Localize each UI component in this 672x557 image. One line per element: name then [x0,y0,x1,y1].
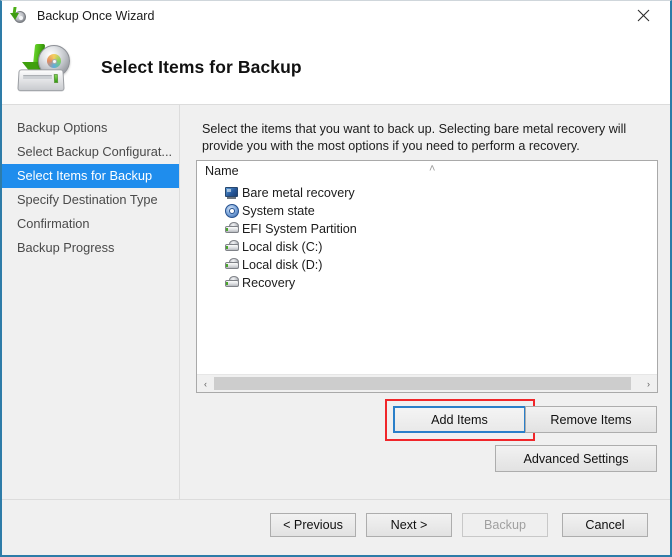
list-item[interactable]: System state [197,202,657,220]
title-bar: Backup Once Wizard [2,1,670,30]
advanced-settings-button[interactable]: Advanced Settings [495,445,657,472]
sidebar-item-label: Confirmation [17,216,90,231]
backup-disc-icon [9,6,29,26]
backup-once-wizard-window: Backup Once Wizard Select Items for Back… [0,0,672,557]
list-column-header[interactable]: Name ˄ [197,161,657,185]
horizontal-scrollbar[interactable]: ‹ › [197,374,657,392]
instruction-text: Select the items that you want to back u… [202,121,654,155]
scroll-left-icon[interactable]: ‹ [197,375,214,392]
scrollbar-track[interactable] [214,375,640,392]
sidebar-item-label: Specify Destination Type [17,192,158,207]
list-item-label: Local disk (C:) [242,240,322,254]
drive-icon [224,221,240,237]
list-item-label: Bare metal recovery [242,186,355,200]
backup-items-list: Name ˄ Bare metal recovery System state [196,160,658,393]
sort-ascending-icon: ˄ [429,164,435,174]
scroll-right-icon[interactable]: › [640,375,657,392]
main-panel: Select the items that you want to back u… [181,105,670,555]
drive-icon [224,275,240,291]
add-items-button[interactable]: Add Items [393,406,526,433]
sidebar-item-select-items-for-backup[interactable]: Select Items for Backup [2,164,179,188]
list-item-label: EFI System Partition [242,222,357,236]
drive-icon [224,257,240,273]
remove-items-button[interactable]: Remove Items [525,406,657,433]
backup-button: Backup [462,513,548,537]
page-header: Select Items for Backup [2,30,670,105]
column-header-name: Name [205,164,239,178]
list-body: Bare metal recovery System state EFI Sys… [197,184,657,374]
monitor-icon [224,185,240,201]
window-title: Backup Once Wizard [37,9,154,23]
list-item-label: Recovery [242,276,295,290]
list-item[interactable]: EFI System Partition [197,220,657,238]
list-item-label: System state [242,204,315,218]
sidebar-item-confirmation[interactable]: Confirmation [2,212,179,236]
sidebar-item-label: Select Items for Backup [17,168,152,183]
sidebar-item-label: Backup Options [17,120,107,135]
list-item-label: Local disk (D:) [242,258,322,272]
sidebar-item-select-backup-configuration[interactable]: Select Backup Configurat... [2,140,179,164]
sidebar-item-backup-progress[interactable]: Backup Progress [2,236,179,260]
close-icon[interactable] [622,1,664,29]
sidebar-item-specify-destination-type[interactable]: Specify Destination Type [2,188,179,212]
sidebar-item-backup-options[interactable]: Backup Options [2,116,179,140]
sidebar-item-label: Backup Progress [17,240,114,255]
next-button[interactable]: Next > [366,513,452,537]
gear-icon [224,203,240,219]
previous-button[interactable]: < Previous [270,513,356,537]
list-item[interactable]: Bare metal recovery [197,184,657,202]
wizard-steps-sidebar: Backup Options Select Backup Configurat.… [2,105,180,555]
list-item[interactable]: Local disk (D:) [197,256,657,274]
scrollbar-thumb[interactable] [214,377,631,390]
list-item[interactable]: Recovery [197,274,657,292]
drive-icon [224,239,240,255]
page-title: Select Items for Backup [101,57,302,78]
footer-bar: < Previous Next > Backup Cancel [2,500,670,555]
backup-drive-arrow-icon [12,38,74,96]
cancel-button[interactable]: Cancel [562,513,648,537]
sidebar-item-label: Select Backup Configurat... [17,144,172,159]
list-item[interactable]: Local disk (C:) [197,238,657,256]
